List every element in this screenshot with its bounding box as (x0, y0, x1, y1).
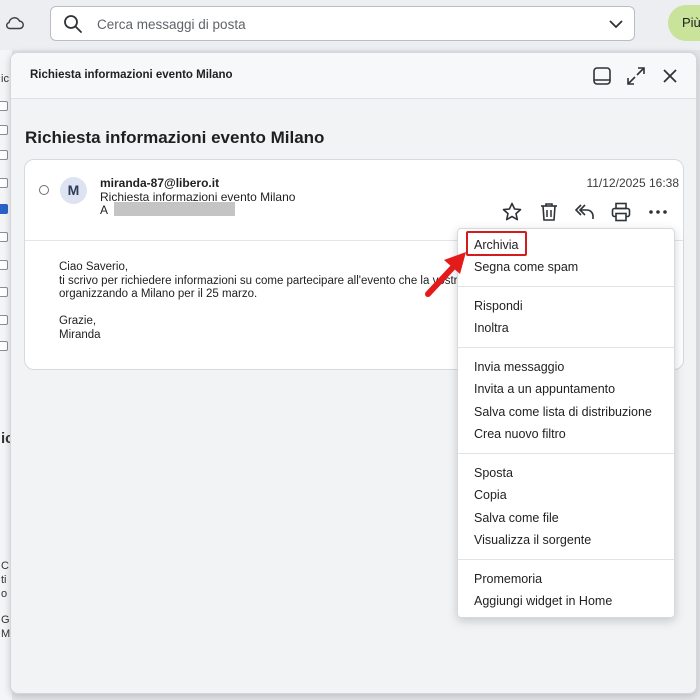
menu-item-crea-filtro[interactable]: Crea nuovo filtro (474, 427, 566, 441)
search-input[interactable] (97, 13, 597, 35)
search-bar[interactable] (50, 6, 635, 41)
list-checkbox[interactable] (0, 232, 8, 242)
message-date: 11/12/2025 16:38 (586, 176, 679, 190)
pointer-arrow-icon (425, 252, 466, 297)
menu-item-rispondi[interactable]: Rispondi (474, 299, 523, 313)
list-checkbox-selected[interactable] (0, 204, 8, 214)
menu-item-salva-come-file[interactable]: Salva come file (474, 511, 559, 525)
chevron-down-icon[interactable] (608, 17, 624, 31)
reply-all-icon[interactable] (574, 201, 596, 223)
recipient-label: A (100, 203, 109, 217)
recipient-redacted (114, 202, 235, 216)
menu-item-sposta[interactable]: Sposta (474, 466, 513, 480)
menu-separator (458, 347, 674, 348)
menu-item-segna-come-spam[interactable]: Segna come spam (474, 260, 578, 274)
menu-separator (458, 453, 674, 454)
menu-separator (458, 559, 674, 560)
list-checkbox[interactable] (0, 287, 8, 297)
menu-item-visualizza-sorgente[interactable]: Visualizza il sorgente (474, 533, 591, 547)
top-bar: Più (0, 0, 700, 50)
close-icon[interactable] (659, 65, 681, 87)
reading-pane-icon[interactable] (591, 65, 613, 87)
select-radio[interactable] (39, 185, 49, 195)
print-icon[interactable] (610, 201, 632, 223)
star-icon[interactable] (501, 201, 523, 223)
window-header: Richiesta informazioni evento Milano (11, 53, 696, 99)
background-fragment: C (1, 560, 9, 572)
more-button[interactable]: Più (668, 5, 700, 41)
list-checkbox[interactable] (0, 125, 8, 135)
list-checkbox[interactable] (0, 178, 8, 188)
background-fragment: G (1, 614, 10, 626)
list-checkbox[interactable] (0, 150, 8, 160)
message-body: Ciao Saverio, ti scrivo per richiedere i… (59, 261, 474, 341)
trash-icon[interactable] (538, 201, 560, 223)
menu-item-inoltra[interactable]: Inoltra (474, 321, 509, 335)
list-checkbox[interactable] (0, 260, 8, 270)
background-fragment: ic (1, 73, 9, 85)
background-fragment: M (1, 628, 11, 640)
window-title: Richiesta informazioni evento Milano (30, 69, 233, 81)
menu-item-invita-appuntamento[interactable]: Invita a un appuntamento (474, 382, 615, 396)
background-fragment: o (1, 588, 8, 600)
expand-icon[interactable] (625, 65, 647, 87)
background-fragment: ti (1, 574, 7, 586)
sender-address[interactable]: miranda-87@libero.it (100, 176, 219, 190)
menu-item-invia-messaggio[interactable]: Invia messaggio (474, 360, 564, 374)
more-options-menu: Archivia Segna come spam Rispondi Inoltr… (457, 228, 675, 618)
menu-item-copia[interactable]: Copia (474, 488, 507, 502)
search-icon (64, 15, 82, 33)
highlight-box (466, 231, 527, 256)
more-options-icon[interactable] (647, 201, 669, 223)
message-subject-heading: Richiesta informazioni evento Milano (25, 128, 325, 147)
menu-item-promemoria[interactable]: Promemoria (474, 572, 542, 586)
cloud-icon[interactable] (4, 12, 26, 34)
list-checkbox[interactable] (0, 315, 8, 325)
menu-separator (458, 286, 674, 287)
menu-item-aggiungi-widget[interactable]: Aggiungi widget in Home (474, 594, 612, 608)
avatar: M (60, 177, 87, 204)
list-checkbox[interactable] (0, 341, 8, 351)
menu-item-salva-lista-distribuzione[interactable]: Salva come lista di distribuzione (474, 405, 652, 419)
list-checkbox[interactable] (0, 101, 8, 111)
